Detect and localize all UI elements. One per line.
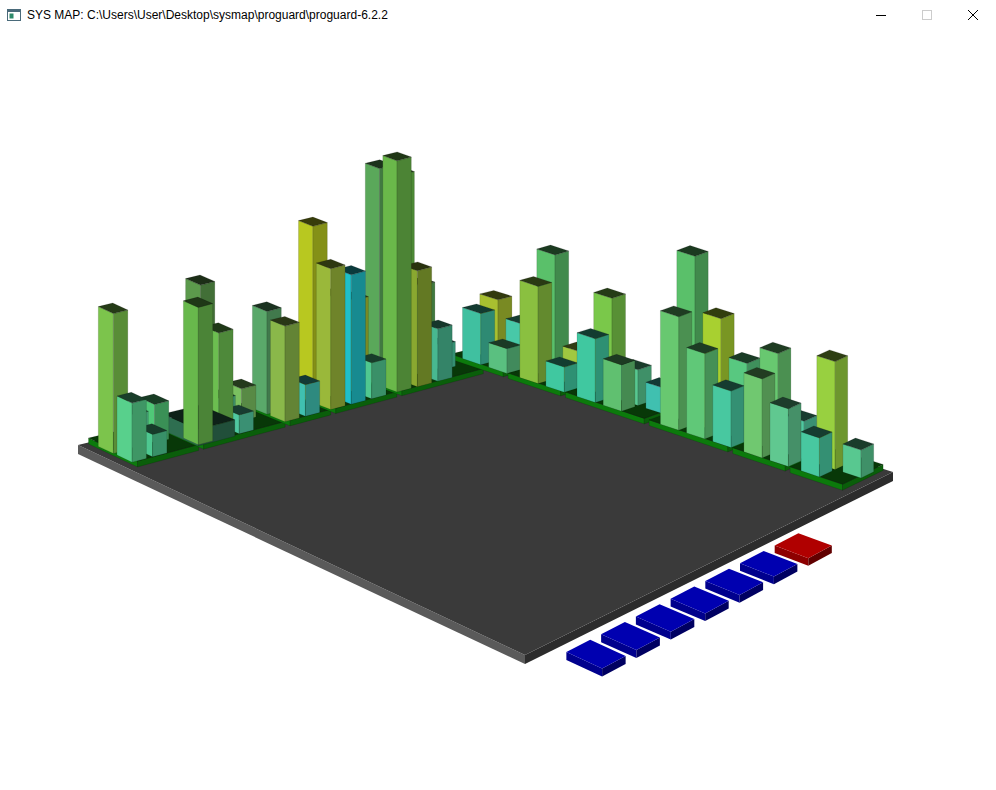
marker-top (705, 569, 763, 595)
box-side (731, 386, 744, 448)
building-bar[interactable] (603, 354, 635, 411)
box-top (480, 290, 512, 299)
box-side (438, 325, 452, 381)
building-bar[interactable] (546, 357, 578, 392)
box-front (520, 280, 538, 383)
box-side (351, 271, 365, 404)
box-side (417, 267, 431, 387)
box-side (305, 381, 319, 416)
marker-top (566, 640, 625, 669)
box-top (316, 259, 345, 268)
box-front (383, 156, 397, 393)
box-front (660, 311, 678, 431)
building-bar[interactable] (316, 259, 345, 409)
minimize-button[interactable] (858, 0, 904, 30)
box-front (744, 373, 762, 458)
box-front (98, 307, 113, 454)
building-bar[interactable] (383, 152, 412, 392)
close-icon (968, 10, 978, 20)
box-side (397, 157, 411, 392)
box-front (463, 308, 481, 365)
building-bar[interactable] (843, 438, 874, 478)
maximize-button[interactable] (904, 0, 950, 30)
box-side (153, 431, 167, 457)
box-front (183, 301, 198, 445)
box-side (372, 359, 386, 399)
box-side (331, 265, 345, 410)
box-top (770, 397, 801, 409)
building-bar[interactable] (770, 397, 801, 467)
box-top (729, 352, 760, 363)
building-bar[interactable] (117, 392, 146, 462)
box-side (198, 304, 212, 445)
box-top (603, 354, 635, 365)
box-top (186, 275, 215, 285)
box-top (463, 304, 495, 314)
building-bar[interactable] (183, 297, 212, 445)
markers (566, 533, 831, 676)
box-side (622, 360, 635, 411)
box-top (383, 152, 412, 161)
box-side (132, 399, 146, 462)
building-bar[interactable] (489, 339, 521, 373)
box-top (687, 343, 718, 354)
box-top (183, 297, 212, 307)
box-top (520, 276, 552, 286)
marker-top (601, 622, 660, 650)
box-top (594, 288, 626, 298)
box-side (819, 432, 832, 477)
box-top (843, 438, 874, 450)
marker-top (775, 533, 832, 558)
box-top (760, 342, 791, 353)
marker-top (636, 604, 694, 632)
building-bar[interactable] (801, 426, 832, 477)
box-top (98, 303, 128, 314)
city-map[interactable] (0, 30, 996, 790)
maximize-icon (922, 10, 932, 20)
building-bar[interactable] (270, 316, 299, 421)
box-front (270, 320, 285, 422)
box-top (744, 367, 775, 379)
box-side (285, 322, 299, 421)
marker-top (740, 551, 797, 577)
box-top (817, 350, 848, 362)
building-bar[interactable] (713, 380, 744, 448)
box-front (117, 396, 132, 462)
box-top (252, 302, 281, 312)
box-front (577, 333, 595, 403)
box-side (564, 363, 578, 392)
box-top (801, 426, 832, 438)
box-top (270, 316, 299, 326)
box-top (299, 217, 328, 226)
close-button[interactable] (950, 0, 996, 30)
box-top (117, 392, 146, 403)
window-title: SYS MAP: C:\Users\User\Desktop\sysmap\pr… (27, 6, 388, 24)
buildings (98, 152, 873, 478)
box-side (788, 403, 801, 467)
box-front (770, 403, 788, 467)
box-top (713, 380, 744, 391)
minimize-icon (876, 10, 886, 20)
box-front (603, 359, 621, 412)
box-side (507, 345, 521, 374)
box-top (537, 245, 569, 255)
box-top (546, 357, 578, 367)
box-top (489, 339, 521, 349)
marker-top (671, 587, 729, 614)
box-top (577, 328, 609, 338)
box-front (801, 432, 819, 477)
box-top (677, 246, 708, 257)
app-icon (7, 8, 21, 22)
box-top (703, 308, 734, 319)
title-bar: SYS MAP: C:\Users\User\Desktop\sysmap\pr… (0, 0, 996, 30)
box-top (660, 306, 692, 317)
marker-tile[interactable] (566, 640, 625, 677)
box-front (687, 348, 705, 439)
box-front (713, 385, 731, 448)
